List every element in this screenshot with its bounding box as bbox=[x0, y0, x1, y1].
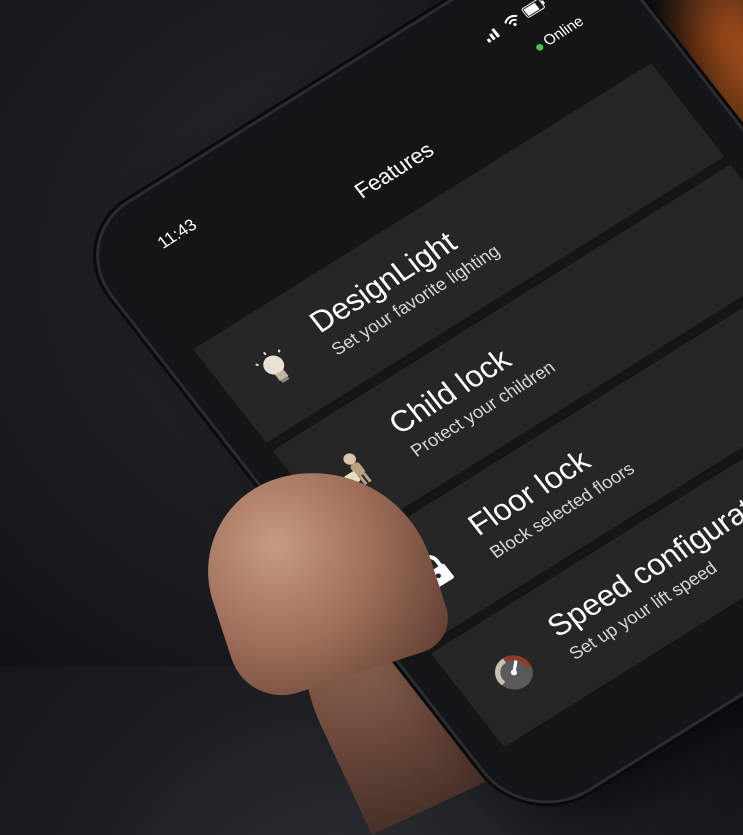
status-time: 11:43 bbox=[153, 215, 201, 253]
lightbulb-icon bbox=[241, 336, 311, 399]
wifi-icon bbox=[504, 14, 518, 26]
signal-icon bbox=[486, 28, 501, 43]
speedometer-icon bbox=[479, 641, 549, 704]
battery-icon bbox=[521, 0, 546, 18]
